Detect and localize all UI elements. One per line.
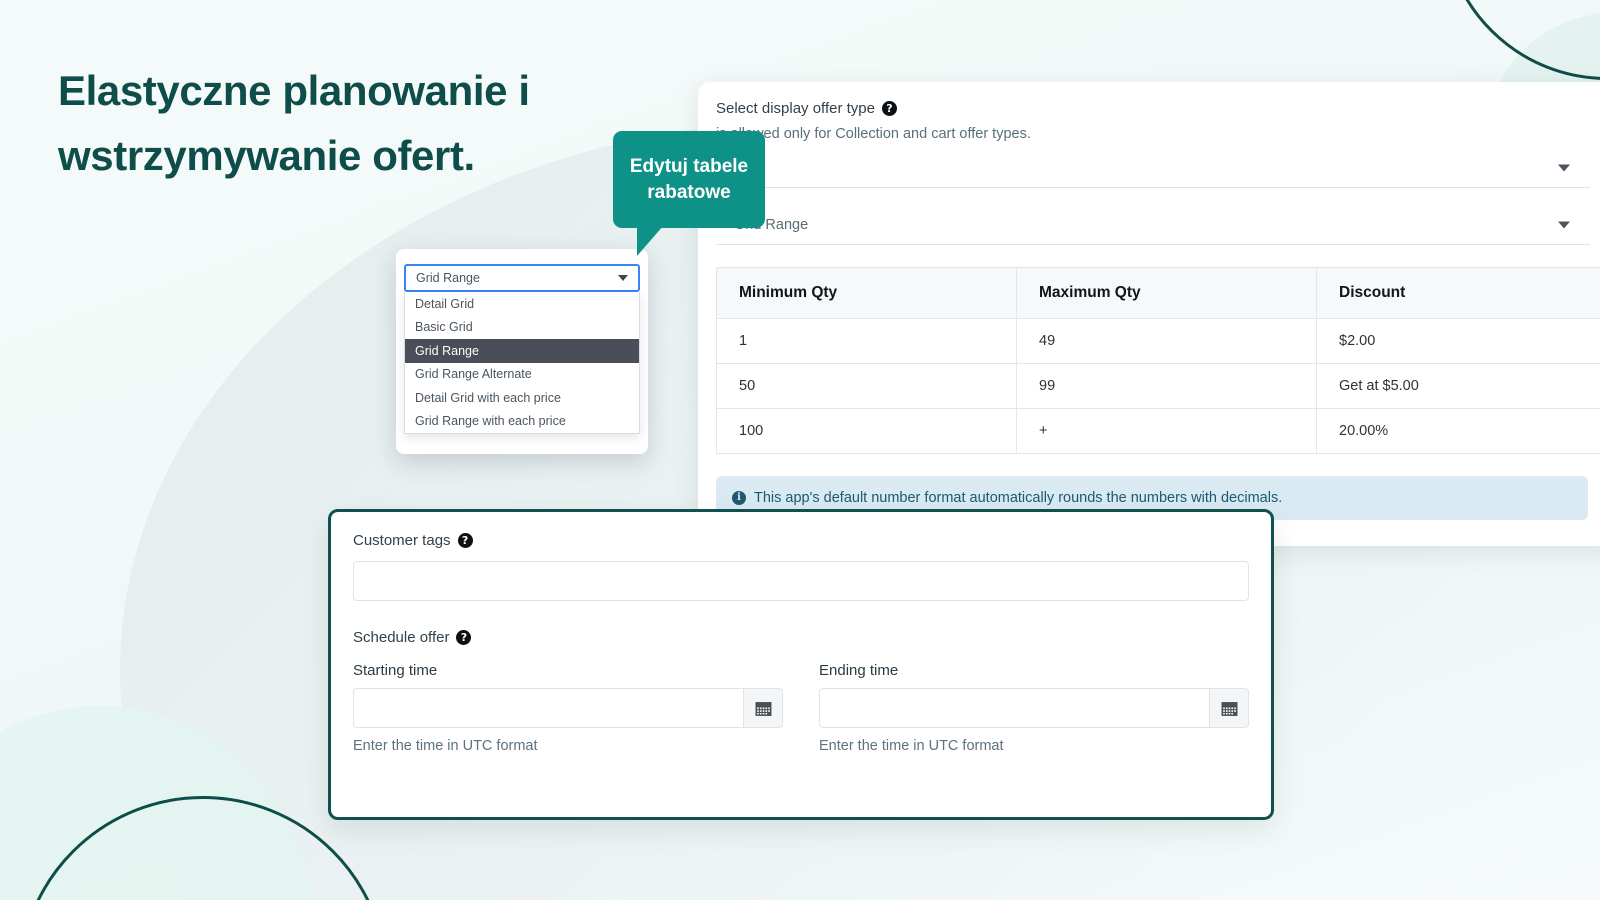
info-banner-text: This app's default number format automat… bbox=[754, 490, 1283, 506]
table-row: 1 49 $2.00 bbox=[716, 318, 1600, 364]
help-icon[interactable]: ? bbox=[456, 630, 472, 645]
decorative-ring-top-right bbox=[1442, 0, 1600, 80]
customer-tags-label: Customer tags ? bbox=[353, 532, 1249, 549]
cell-maximum-qty: + bbox=[1016, 408, 1317, 454]
grid-type-option-list: Detail Grid Basic Grid Grid Range Grid R… bbox=[404, 292, 640, 434]
help-icon[interactable]: ? bbox=[457, 533, 473, 548]
ending-time-group: Ending time Enter the time in UTC format bbox=[819, 662, 1249, 754]
option-basic-grid[interactable]: Basic Grid bbox=[405, 316, 639, 340]
offer-type-select[interactable] bbox=[716, 148, 1590, 188]
option-detail-grid[interactable]: Detail Grid bbox=[405, 292, 639, 316]
grid-type-select[interactable]: Grid Range bbox=[716, 205, 1590, 245]
option-grid-range-alternate[interactable]: Grid Range Alternate bbox=[405, 363, 639, 387]
schedule-offer-label-text: Schedule offer bbox=[353, 629, 450, 646]
page-title: Elastyczne planowanie i wstrzymywanie of… bbox=[58, 58, 658, 188]
info-icon: i bbox=[732, 491, 746, 505]
option-grid-range[interactable]: Grid Range bbox=[405, 339, 639, 363]
calendar-icon bbox=[754, 700, 772, 716]
help-icon[interactable]: ? bbox=[881, 101, 897, 116]
cell-discount: 20.00% bbox=[1316, 408, 1600, 454]
discount-table: Minimum Qty Maximum Qty Discount 1 49 $2… bbox=[716, 267, 1600, 454]
column-header-discount: Discount bbox=[1316, 267, 1600, 319]
offer-type-note: is allowed only for Collection and cart … bbox=[716, 126, 1031, 142]
cell-maximum-qty: 49 bbox=[1016, 318, 1317, 364]
starting-time-hint: Enter the time in UTC format bbox=[353, 738, 538, 754]
table-header-row: Minimum Qty Maximum Qty Discount bbox=[716, 267, 1600, 319]
starting-time-input-group bbox=[353, 688, 783, 728]
column-header-minimum-qty: Minimum Qty bbox=[716, 267, 1017, 319]
ending-time-input-group bbox=[819, 688, 1249, 728]
starting-time-calendar-button[interactable] bbox=[743, 688, 783, 728]
calendar-icon bbox=[1220, 700, 1238, 716]
grid-type-dropdown-value: Grid Range bbox=[416, 271, 480, 285]
table-row: 50 99 Get at $5.00 bbox=[716, 363, 1600, 409]
callout-tail bbox=[637, 226, 663, 256]
option-detail-grid-with-each-price[interactable]: Detail Grid with each price bbox=[405, 386, 639, 410]
chevron-down-icon bbox=[1558, 164, 1570, 171]
cell-maximum-qty: 99 bbox=[1016, 363, 1317, 409]
schedule-card: Customer tags ? Schedule offer ? Startin… bbox=[328, 509, 1274, 820]
cell-discount: Get at $5.00 bbox=[1316, 363, 1600, 409]
cell-minimum-qty: 50 bbox=[716, 363, 1017, 409]
starting-time-label: Starting time bbox=[353, 662, 438, 679]
grid-type-dropdown-trigger[interactable]: Grid Range bbox=[404, 264, 640, 292]
grid-type-dropdown-card: Grid Range Detail Grid Basic Grid Grid R… bbox=[396, 249, 648, 454]
starting-time-group: Starting time Enter the time in UTC form… bbox=[353, 662, 783, 754]
customer-tags-label-text: Customer tags bbox=[353, 532, 451, 549]
chevron-down-icon bbox=[1558, 221, 1570, 228]
offer-type-label-text: Select display offer type bbox=[716, 100, 875, 117]
ending-time-label: Ending time bbox=[819, 662, 899, 679]
chevron-down-icon bbox=[618, 275, 628, 281]
callout-line-1: Edytuj tabele bbox=[629, 155, 749, 177]
table-row: 100 + 20.00% bbox=[716, 408, 1600, 454]
offer-settings-panel: Select display offer type ? is allowed o… bbox=[698, 82, 1600, 546]
callout-tooltip: Edytuj tabele rabatowe bbox=[613, 131, 765, 256]
cell-discount: $2.00 bbox=[1316, 318, 1600, 364]
schedule-time-row: Starting time Enter the time in UTC form… bbox=[353, 662, 1249, 754]
background-mint-circle-bottom-left bbox=[0, 706, 310, 900]
page-title-line-2: wstrzymywanie ofert. bbox=[58, 132, 475, 180]
page-title-line-1: Elastyczne planowanie i bbox=[58, 67, 530, 114]
ending-time-input[interactable] bbox=[819, 688, 1210, 728]
customer-tags-input[interactable] bbox=[353, 561, 1249, 601]
option-grid-range-with-each-price[interactable]: Grid Range with each price bbox=[405, 410, 639, 434]
cell-minimum-qty: 100 bbox=[716, 408, 1017, 454]
column-header-maximum-qty: Maximum Qty bbox=[1016, 267, 1317, 319]
ending-time-calendar-button[interactable] bbox=[1209, 688, 1249, 728]
starting-time-input[interactable] bbox=[353, 688, 744, 728]
schedule-offer-label: Schedule offer ? bbox=[353, 629, 1249, 646]
page-root: Elastyczne planowanie i wstrzymywanie of… bbox=[0, 0, 1600, 900]
callout-line-2: rabatowe bbox=[647, 181, 731, 203]
ending-time-hint: Enter the time in UTC format bbox=[819, 738, 1004, 754]
cell-minimum-qty: 1 bbox=[716, 318, 1017, 364]
offer-type-label: Select display offer type ? bbox=[716, 100, 1600, 117]
